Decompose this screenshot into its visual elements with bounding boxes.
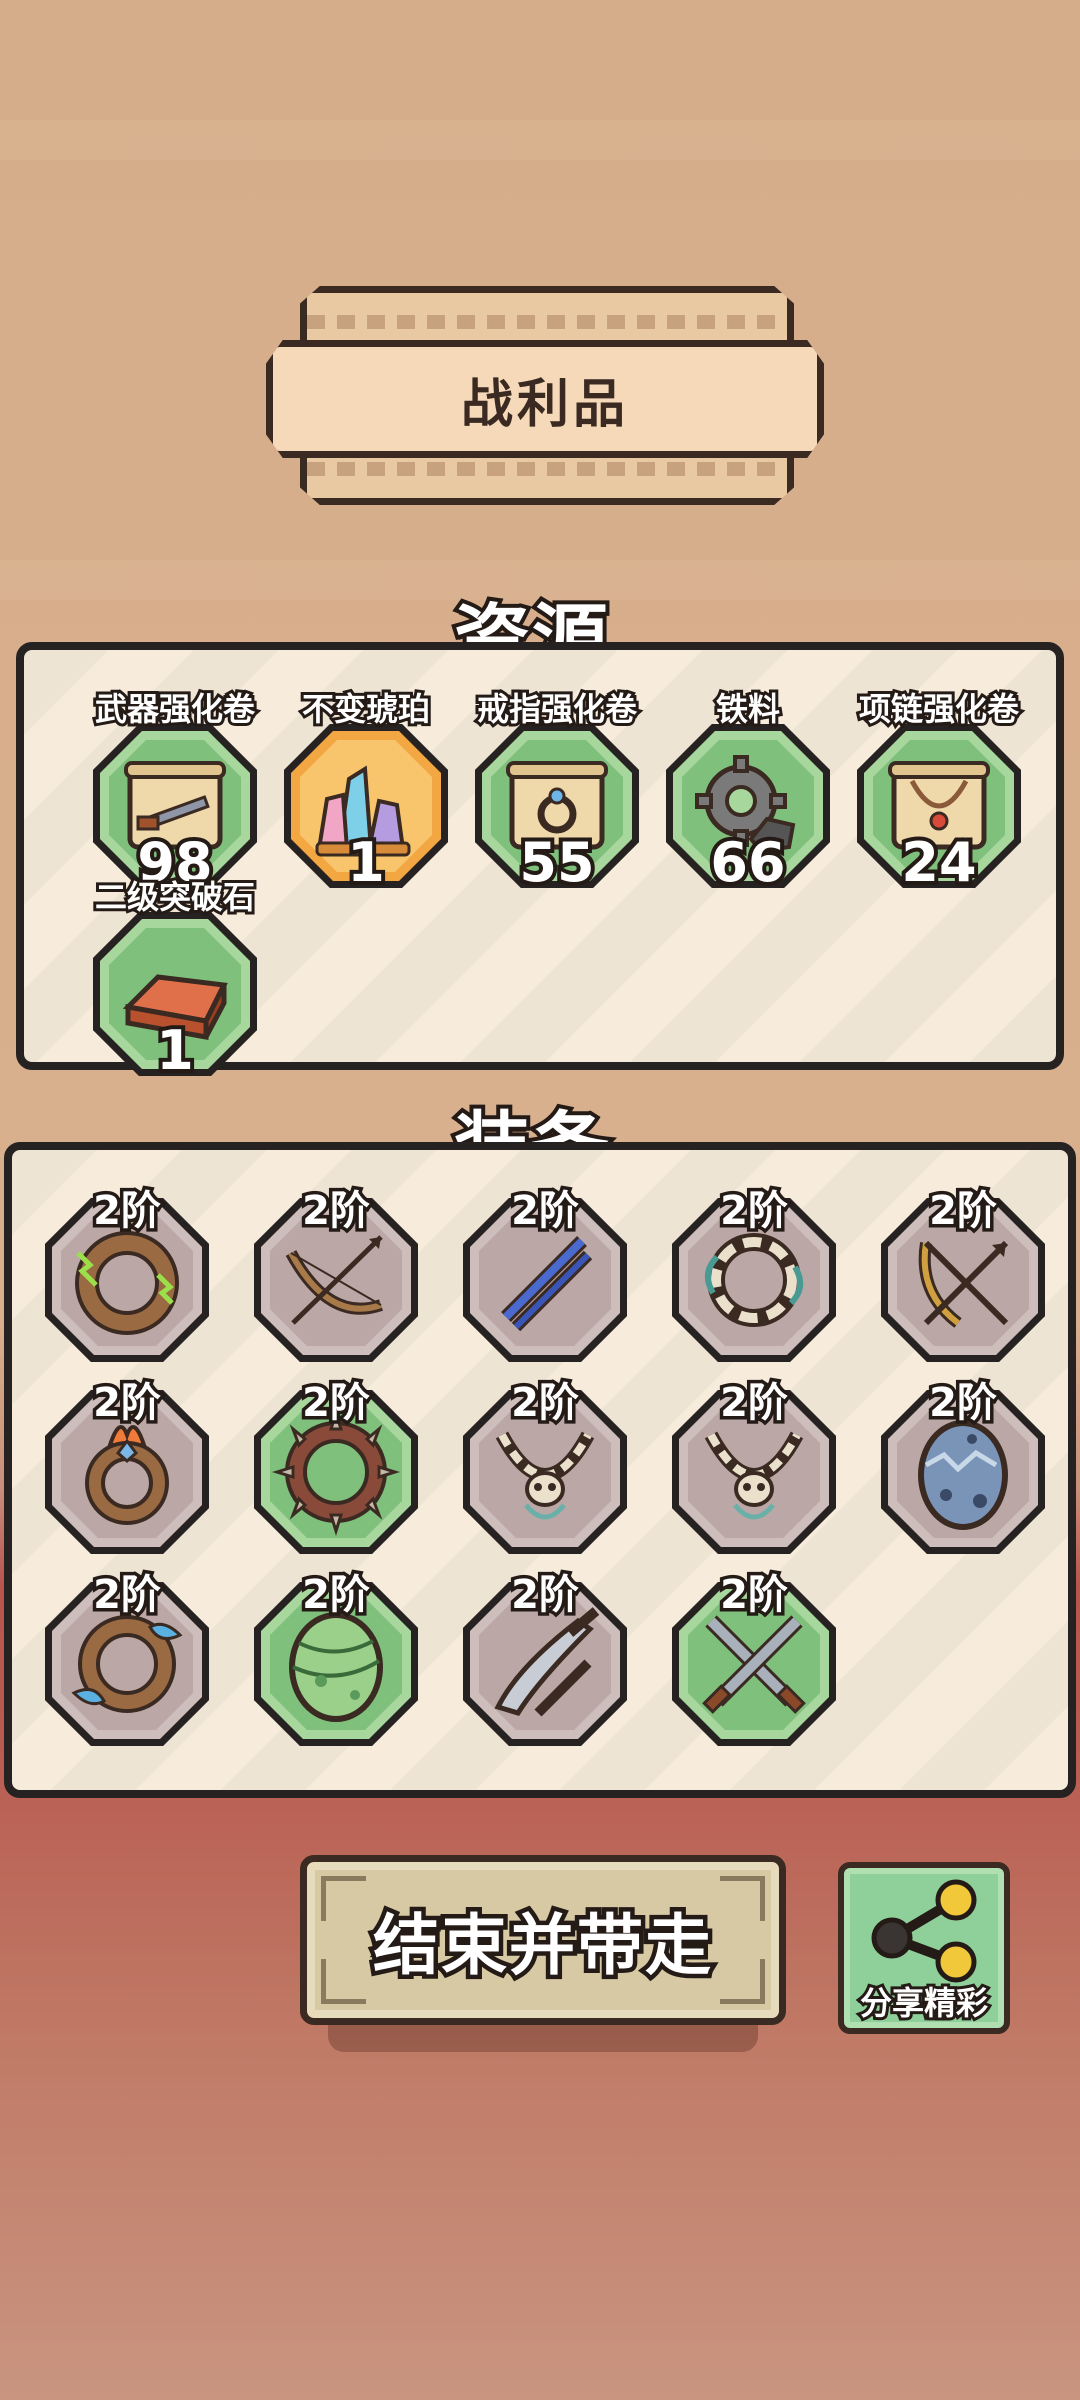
equipment-tier: 2阶 [299, 1569, 374, 1622]
equipment-item[interactable]: 2阶 [878, 1377, 1048, 1554]
equipment-tier: 2阶 [90, 1569, 165, 1622]
equipment-tier: 2阶 [508, 1185, 583, 1238]
equipment-item[interactable]: 2阶 [42, 1377, 212, 1554]
resource-name: 项链强化卷 [856, 687, 1022, 731]
background-stripe [0, 120, 1080, 160]
resource-name: 二级突破石 [92, 875, 258, 919]
resource-count: 1 [152, 1019, 198, 1082]
end-button-label: 结束并带走 [369, 1903, 716, 1989]
equipment-tier: 2阶 [717, 1185, 792, 1238]
resource-item[interactable]: 不变琥珀 1 [281, 684, 451, 894]
resource-item[interactable]: 二级突破石 1 [90, 872, 260, 1082]
resource-name: 武器强化卷 [92, 687, 258, 731]
resource-count: 55 [515, 831, 598, 894]
equipment-item[interactable]: 2阶 [251, 1377, 421, 1554]
share-button[interactable]: 分享精彩 [838, 1862, 1010, 2034]
equipment-item[interactable]: 2阶 [669, 1377, 839, 1554]
page-title: 战利品 [460, 374, 629, 435]
resource-name: 铁料 [713, 687, 783, 731]
equipment-tier: 2阶 [299, 1377, 374, 1430]
end-and-take-button[interactable]: 结束并带走 [300, 1855, 786, 2025]
equipment-item[interactable]: 2阶 [460, 1185, 630, 1362]
title-plaque: 战利品 [266, 340, 824, 458]
resource-count: 66 [706, 831, 789, 894]
equipment-tier: 2阶 [90, 1377, 165, 1430]
equipment-item[interactable]: 2阶 [42, 1185, 212, 1362]
resource-item[interactable]: 武器强化卷 98 [90, 684, 260, 894]
equipment-tier: 2阶 [926, 1377, 1001, 1430]
equipment-tier: 2阶 [299, 1185, 374, 1238]
equipment-item[interactable]: 2阶 [460, 1569, 630, 1746]
equipment-item[interactable]: 2阶 [878, 1185, 1048, 1362]
equipment-item[interactable]: 2阶 [251, 1569, 421, 1746]
resource-count: 24 [897, 831, 980, 894]
resources-panel: 武器强化卷 98 不变琥珀 1 戒指强化卷 55 铁料 66 项链强化卷 24 二级突破石 1 [16, 642, 1064, 1082]
equipment-item[interactable]: 2阶 [251, 1185, 421, 1362]
equipment-tier: 2阶 [926, 1185, 1001, 1238]
resource-item[interactable]: 铁料 66 [663, 684, 833, 894]
equipment-item[interactable]: 2阶 [42, 1569, 212, 1746]
equipment-tier: 2阶 [90, 1185, 165, 1238]
resource-count: 1 [343, 831, 389, 894]
equipment-panel: 2阶 2阶 2阶 2阶 2阶 2阶 2阶 2阶 2阶 2阶 2阶 2阶 2阶 2阶 [4, 1142, 1076, 1798]
equipment-tier: 2阶 [717, 1377, 792, 1430]
equipment-item[interactable]: 2阶 [669, 1569, 839, 1746]
equipment-item[interactable]: 2阶 [669, 1185, 839, 1362]
equipment-tier: 2阶 [508, 1569, 583, 1622]
equipment-item[interactable]: 2阶 [460, 1377, 630, 1554]
share-button-label: 分享精彩 [857, 1981, 991, 2025]
resource-item[interactable]: 项链强化卷 24 [854, 684, 1024, 894]
equipment-tier: 2阶 [717, 1569, 792, 1622]
equipment-tier: 2阶 [508, 1377, 583, 1430]
share-icon [871, 1879, 977, 1983]
resource-item[interactable]: 戒指强化卷 55 [472, 684, 642, 894]
resource-name: 不变琥珀 [299, 687, 433, 731]
resource-name: 戒指强化卷 [474, 687, 640, 731]
